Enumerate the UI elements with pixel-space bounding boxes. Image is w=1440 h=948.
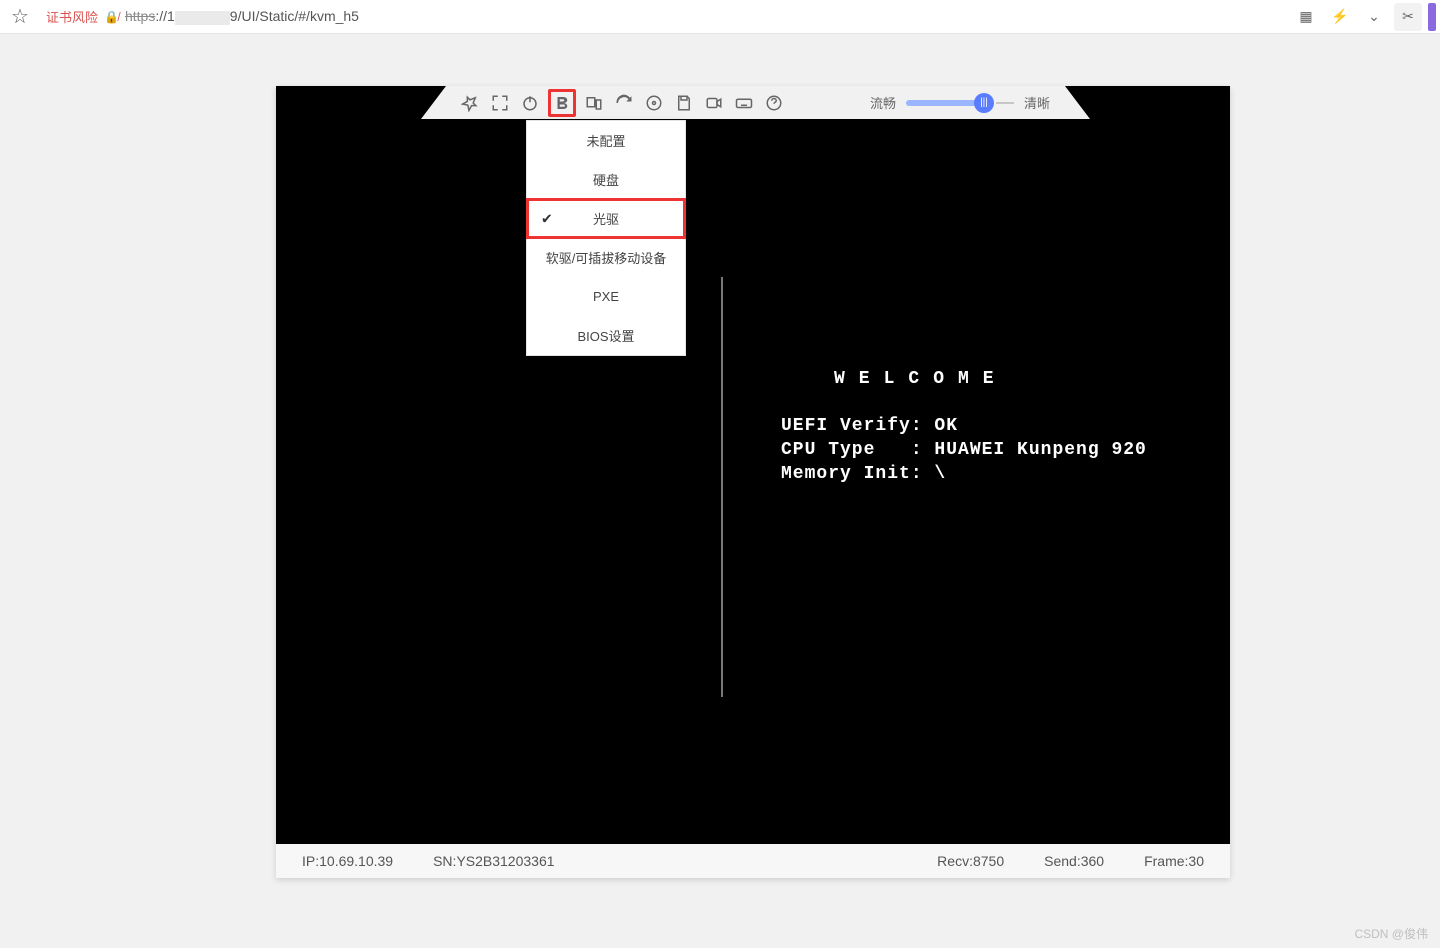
quality-slider: 流畅 ||| 清晰 xyxy=(870,93,1050,112)
browser-right-controls: ▦ ⚡ ⌄ ✂︎ xyxy=(1292,0,1440,33)
bookmark-star-icon[interactable]: ☆ xyxy=(0,4,40,29)
status-ip: IP:10.69.10.39 xyxy=(302,853,393,869)
menu-item-label: 光驱 xyxy=(593,209,619,228)
status-send: Send:360 xyxy=(1044,853,1104,869)
save-icon[interactable] xyxy=(672,91,696,115)
fullscreen-icon[interactable] xyxy=(488,91,512,115)
status-recv: Recv:8750 xyxy=(937,853,1004,869)
url-text: https://19/UI/Static/#/kvm_h5 xyxy=(125,8,359,24)
menu-item-label: 软驱/可插拔移动设备 xyxy=(546,248,667,267)
record-icon[interactable] xyxy=(702,91,726,115)
status-frame: Frame:30 xyxy=(1144,853,1204,869)
menu-item-label: 未配置 xyxy=(586,131,625,150)
status-sn: SN:YS2B31203361 xyxy=(433,853,554,869)
menu-item-label: BIOS设置 xyxy=(577,326,634,345)
power-icon[interactable] xyxy=(518,91,542,115)
cert-warning[interactable]: 证书风险 xyxy=(46,7,98,26)
boot-option-hdd[interactable]: 硬盘 xyxy=(527,160,685,199)
browser-bar: ☆ 证书风险 🔒̸ https://19/UI/Static/#/kvm_h5 … xyxy=(0,0,1440,34)
pin-icon[interactable] xyxy=(458,91,482,115)
boot-option-floppy[interactable]: 软驱/可插拔移动设备 xyxy=(527,238,685,277)
quality-slider-track[interactable]: ||| xyxy=(906,100,986,106)
toolbar-icons xyxy=(458,89,786,117)
boot-option-pxe[interactable]: PXE xyxy=(527,277,685,316)
console-info: UEFI Verify: OK CPU Type : HUAWEI Kunpen… xyxy=(781,414,1147,486)
qr-icon[interactable]: ▦ xyxy=(1292,3,1320,31)
devices-icon[interactable] xyxy=(582,91,606,115)
watermark: CSDN @俊伟 xyxy=(1354,925,1428,942)
check-icon: ✔ xyxy=(541,210,553,227)
boot-option-unconfigured[interactable]: 未配置 xyxy=(527,121,685,160)
chevron-down-icon[interactable]: ⌄ xyxy=(1360,3,1388,31)
console-welcome: WELCOME xyxy=(834,369,1008,389)
kvm-window: 流畅 ||| 清晰 WELCOME UEFI Verify: OK CPU Ty… xyxy=(276,86,1230,878)
mouse-sync-icon[interactable] xyxy=(612,91,636,115)
remote-console[interactable]: WELCOME UEFI Verify: OK CPU Type : HUAWE… xyxy=(276,119,1230,844)
scissors-icon[interactable]: ✂︎ xyxy=(1394,3,1422,31)
address-bar[interactable]: 证书风险 🔒̸ https://19/UI/Static/#/kvm_h5 xyxy=(40,5,1292,29)
menu-item-label: PXE xyxy=(593,289,619,304)
quality-slider-thumb[interactable]: ||| xyxy=(974,93,994,113)
status-bar: IP:10.69.10.39 SN:YS2B31203361 Recv:8750… xyxy=(276,844,1230,878)
help-icon[interactable] xyxy=(762,91,786,115)
keyboard-icon[interactable] xyxy=(732,91,756,115)
quality-label-smooth: 流畅 xyxy=(870,93,896,112)
divider-line xyxy=(721,277,723,697)
disc-icon[interactable] xyxy=(642,91,666,115)
extension-icon[interactable] xyxy=(1428,3,1436,31)
insecure-lock-icon: 🔒̸ xyxy=(104,10,119,24)
quality-label-clear: 清晰 xyxy=(1024,93,1050,112)
kvm-toolbar: 流畅 ||| 清晰 xyxy=(276,86,1230,119)
bolt-icon[interactable]: ⚡ xyxy=(1326,3,1354,31)
boot-option-cdrom[interactable]: ✔ 光驱 xyxy=(526,198,686,239)
boot-options-menu: 未配置 硬盘 ✔ 光驱 软驱/可插拔移动设备 PXE BIOS设置 xyxy=(526,120,686,356)
boot-option-bios[interactable]: BIOS设置 xyxy=(527,316,685,355)
boot-options-icon[interactable] xyxy=(548,89,576,117)
menu-item-label: 硬盘 xyxy=(593,170,619,189)
